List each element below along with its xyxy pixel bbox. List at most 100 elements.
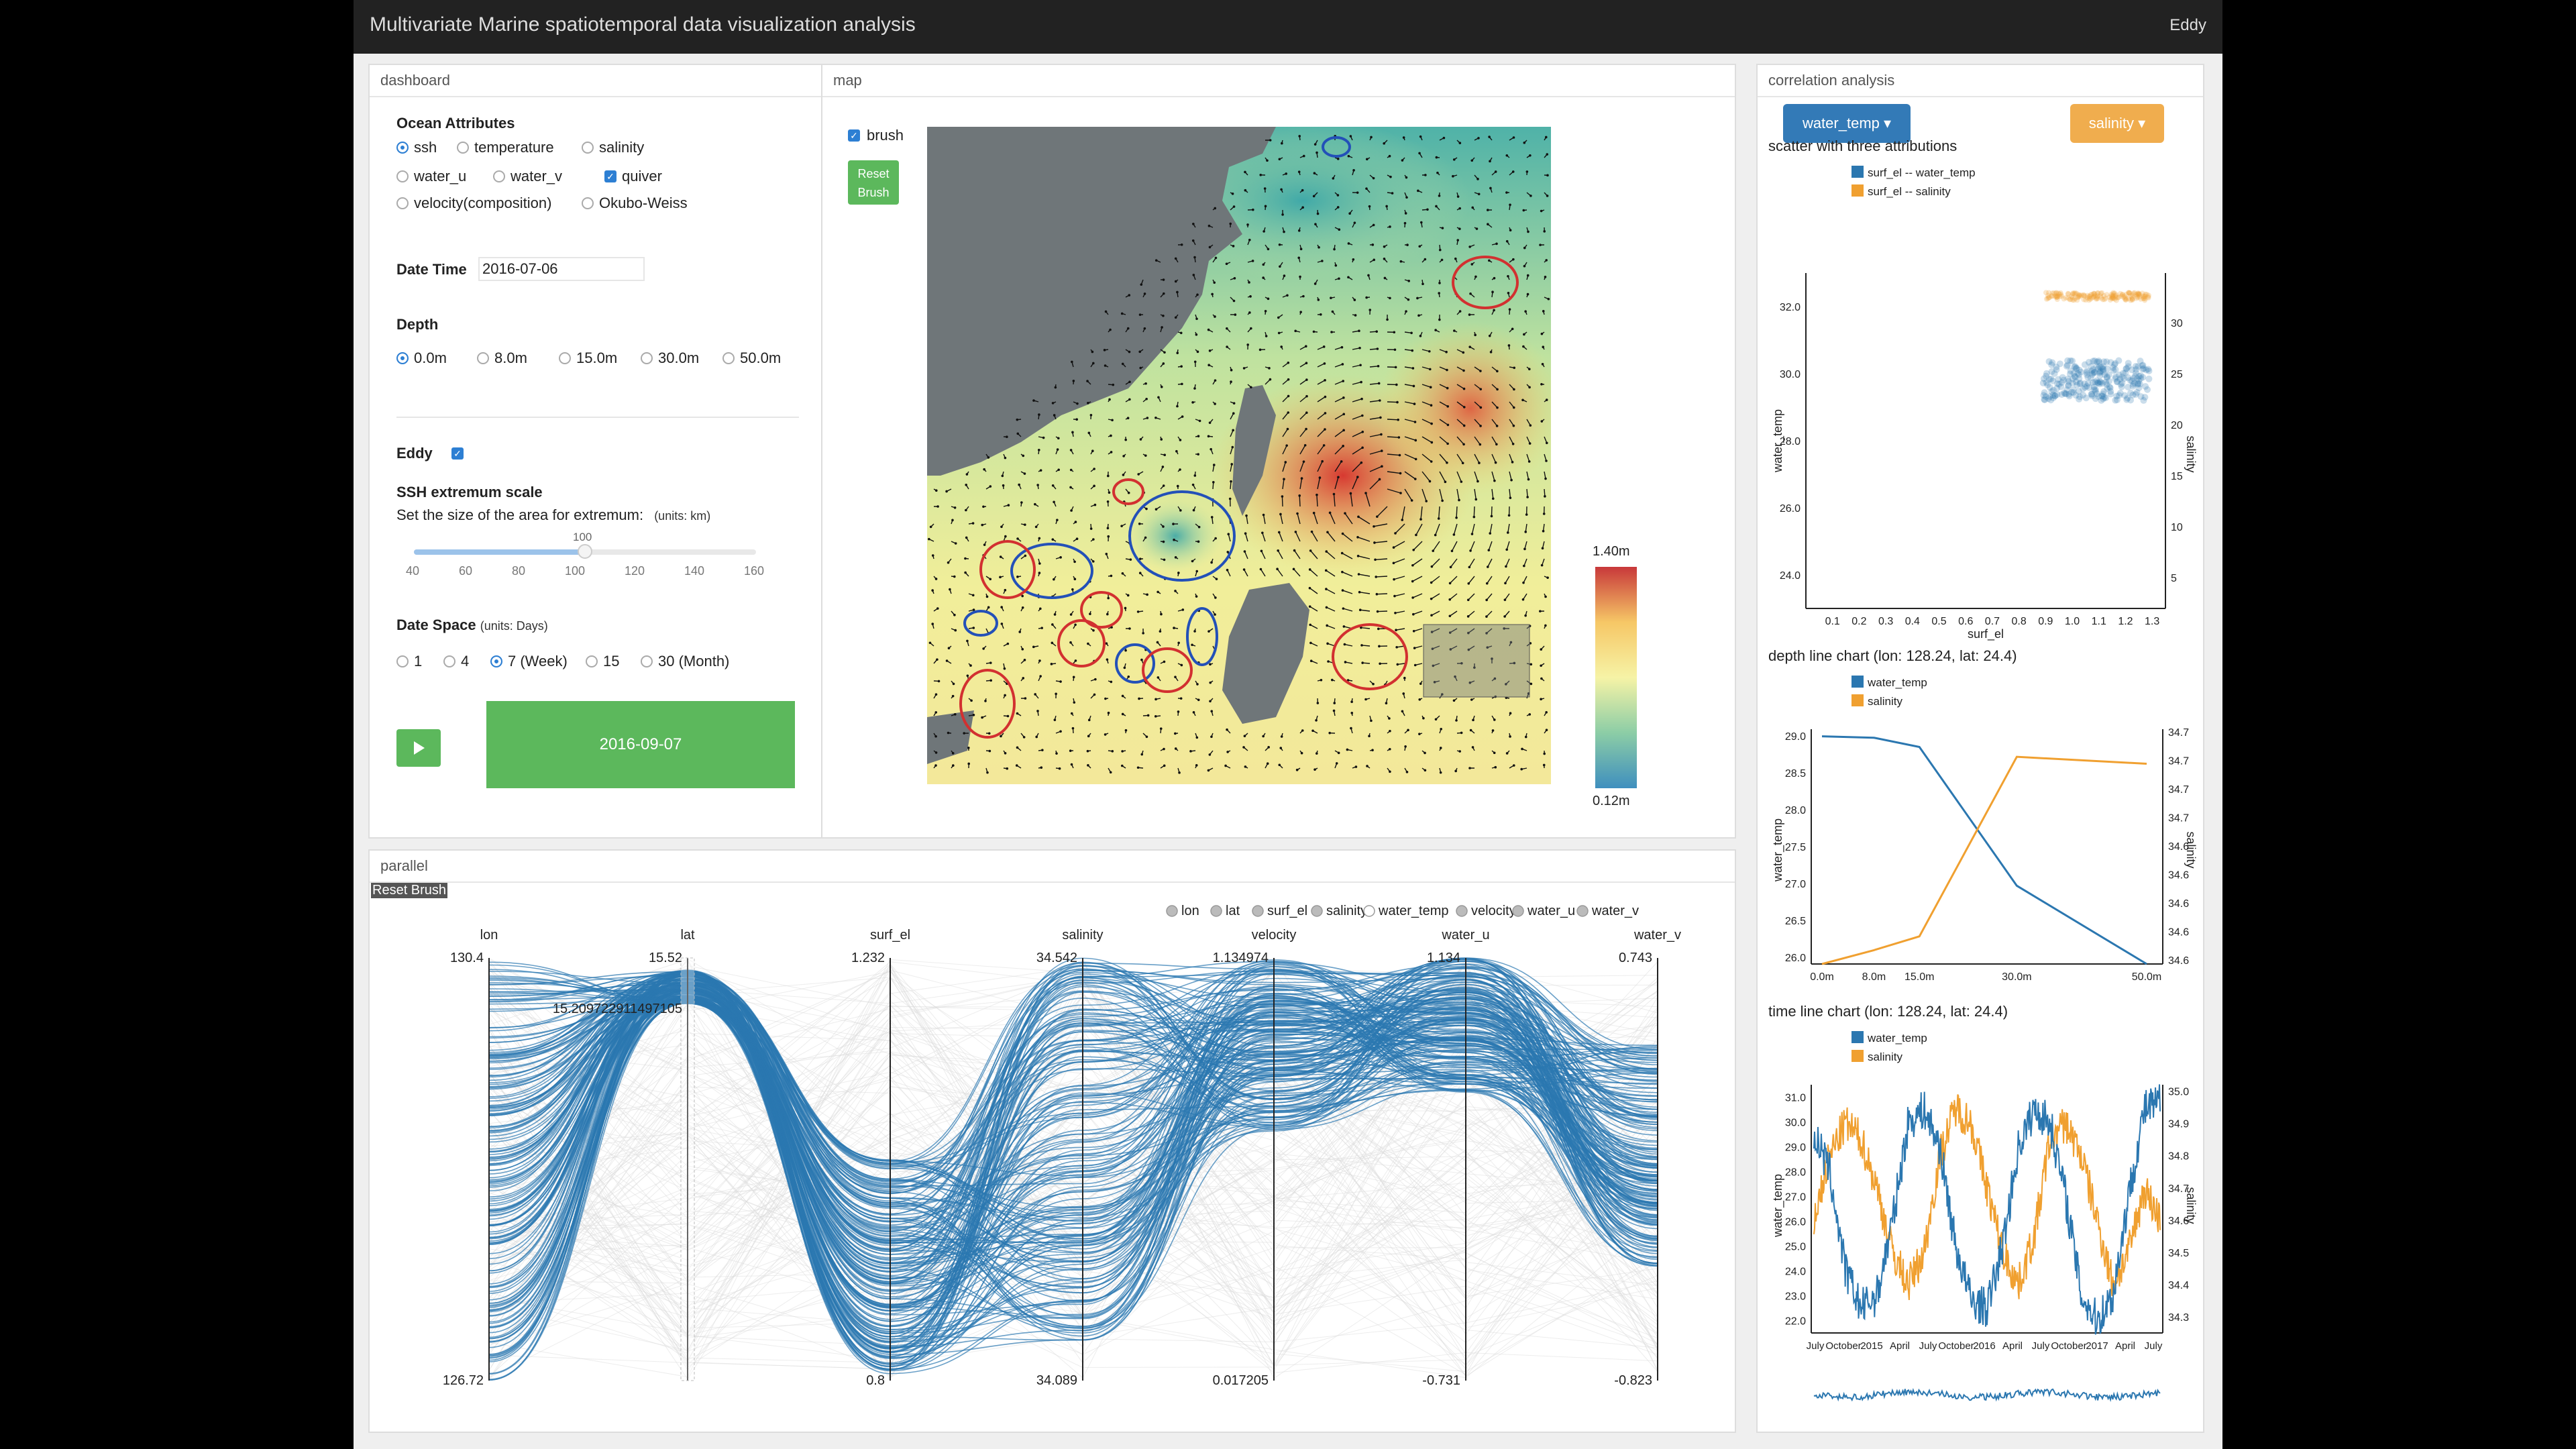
legend-marker-water_v[interactable] <box>1576 905 1589 917</box>
brush-selection[interactable] <box>1423 624 1530 698</box>
radio-okubo-weiss[interactable] <box>582 197 594 209</box>
scatter-point <box>2145 375 2153 382</box>
quiver-arrow-head <box>1124 438 1127 441</box>
ocean-attributes-heading: Ocean Attributes <box>396 115 515 131</box>
depth-x-tick: 50.0m <box>2132 971 2161 983</box>
map-canvas[interactable] <box>927 127 1551 784</box>
legend-marker-lat[interactable] <box>1210 905 1222 917</box>
quiver-arrow-head <box>1059 556 1062 559</box>
lat-brush-value: 15.209722911497105 <box>553 1002 682 1016</box>
quiver-arrow-head <box>1513 366 1516 370</box>
left-attribute-dropdown[interactable]: water_temp ▾ <box>1783 104 1911 143</box>
radio-space-30[interactable] <box>641 655 653 667</box>
radio-temperature[interactable] <box>457 142 469 154</box>
quiver-arrow-head <box>1144 536 1147 539</box>
legend-marker-salinity[interactable] <box>1311 905 1323 917</box>
radio-velocity-composition[interactable] <box>396 197 409 209</box>
quiver-arrow-head <box>1347 154 1350 158</box>
scatter-point <box>2046 290 2052 296</box>
quiver-arrow-head <box>1358 346 1361 350</box>
quiver-arrow-head <box>1051 402 1055 405</box>
quiver-arrow-head <box>1056 519 1059 521</box>
radio-space-7[interactable] <box>490 655 502 667</box>
radio-ssh[interactable] <box>396 142 409 154</box>
quiver-arrow-head <box>1106 612 1109 616</box>
brush-checkbox[interactable]: ✓ <box>848 129 860 142</box>
eddy-checkbox[interactable]: ✓ <box>451 447 464 460</box>
scatter-point <box>2087 362 2094 370</box>
quiver-arrow-head <box>1232 429 1234 432</box>
quiver-arrow-head <box>1122 455 1125 458</box>
quiver-arrow-head <box>1413 402 1416 405</box>
right-attribute-dropdown[interactable]: salinity ▾ <box>2070 104 2164 143</box>
legend-marker-water_u[interactable] <box>1512 905 1524 917</box>
time-y-tick: 25.0 <box>1785 1242 1806 1253</box>
slider-handle[interactable] <box>578 544 592 559</box>
overview-line[interactable] <box>1813 1387 2161 1402</box>
quiver-arrow-head <box>1389 225 1391 228</box>
radio-depth-8[interactable] <box>477 352 489 364</box>
quiver-arrow-head <box>987 606 990 609</box>
time-x-tick: 2017 <box>2086 1340 2108 1352</box>
quiver-arrow-head <box>1521 598 1525 601</box>
legend-marker-surf_el[interactable] <box>1252 905 1264 917</box>
quiver-arrow-head <box>1446 423 1450 427</box>
quiver-arrow-head <box>1208 364 1210 367</box>
slider-tick: 60 <box>458 564 473 578</box>
quiver-arrow-head <box>1544 276 1547 278</box>
radio-space-1[interactable] <box>396 655 409 667</box>
quiver-arrow-head <box>1211 292 1214 296</box>
radio-water-u[interactable] <box>396 170 409 182</box>
quiver-arrow-head <box>953 506 957 509</box>
quiver-arrow-head <box>1280 735 1283 738</box>
quiver-arrow-head <box>1485 615 1488 618</box>
radio-space-4[interactable] <box>443 655 455 667</box>
scatter-point <box>2145 294 2151 301</box>
parallel-coordinates-chart[interactable]: lon lat surf_el salinity water_temp velocity w… <box>370 891 1735 1428</box>
quiver-label: quiver <box>622 168 662 184</box>
radio-water-v[interactable] <box>493 170 505 182</box>
radio-depth-0[interactable] <box>396 352 409 364</box>
quiver-arrow-head <box>954 629 957 632</box>
quiver-arrow-head <box>1490 515 1493 518</box>
quiver-arrow-head <box>1412 548 1415 551</box>
legend-marker-water_temp[interactable] <box>1363 905 1375 917</box>
scatter-legend-label: surf_el -- salinity <box>1868 185 1951 198</box>
quiver-arrow-head <box>1404 745 1407 748</box>
radio-water-u-label: water_u <box>414 168 467 184</box>
quiver-checkbox[interactable]: ✓ <box>604 170 616 182</box>
quiver-arrow-head <box>1230 380 1232 383</box>
quiver-arrow-head <box>1413 421 1417 423</box>
quiver-arrow-head <box>1505 154 1509 157</box>
ssh-scale-slider[interactable]: 100 40 60 80 100 120 140 160 <box>406 531 764 583</box>
quiver-arrow-head <box>1299 248 1303 251</box>
radio-salinity[interactable] <box>582 142 594 154</box>
quiver-arrow-head <box>1435 205 1438 208</box>
quiver-arrow-head <box>972 713 975 716</box>
quiver-arrow-head <box>1430 597 1433 600</box>
quiver-arrow-head <box>1069 749 1072 753</box>
play-button[interactable] <box>396 729 441 767</box>
quiver-arrow-head <box>1526 496 1529 498</box>
quiver-arrow-head <box>1410 331 1413 335</box>
quiver-arrow-head <box>1328 731 1332 735</box>
quiver-arrow-head <box>1343 643 1346 646</box>
quiver-arrow-head <box>1542 310 1545 313</box>
lat-axis-brush[interactable] <box>680 957 695 1381</box>
legend-marker-lon[interactable] <box>1166 905 1178 917</box>
quiver-arrow-head <box>1138 350 1142 354</box>
radio-depth-50[interactable] <box>722 352 735 364</box>
legend-marker-velocity[interactable] <box>1456 905 1468 917</box>
quiver-arrow-head <box>970 699 973 702</box>
quiver-arrow-head <box>1176 352 1179 354</box>
radio-space-15[interactable] <box>586 655 598 667</box>
date-progress-button[interactable]: 2016-09-07 <box>486 701 795 788</box>
quiver-arrow-head <box>1523 264 1526 268</box>
radio-depth-30[interactable] <box>641 352 653 364</box>
radio-depth-15[interactable] <box>559 352 571 364</box>
reset-brush-button[interactable]: Reset Brush <box>848 160 899 205</box>
user-label[interactable]: Eddy <box>2169 16 2206 35</box>
quiver-arrow-head <box>1038 607 1042 610</box>
date-time-input[interactable]: 2016-07-06 <box>478 257 645 281</box>
quiver-arrow-head <box>1252 208 1254 211</box>
